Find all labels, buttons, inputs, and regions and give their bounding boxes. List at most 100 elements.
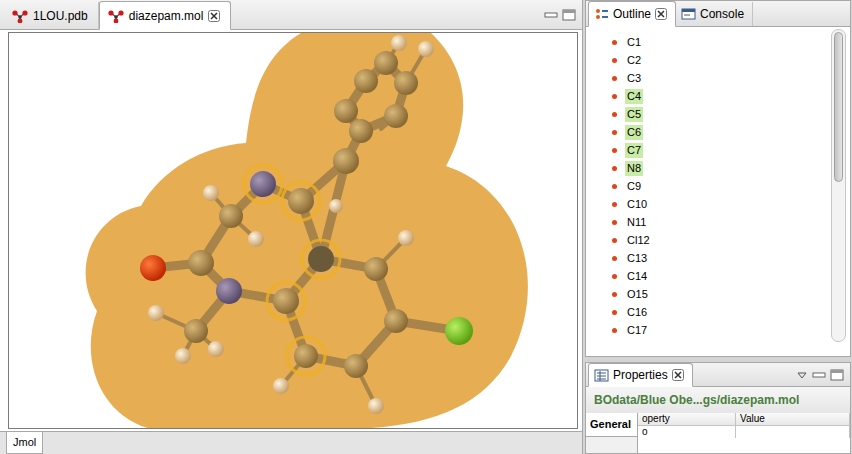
outline-item-label[interactable]: N8 [625,161,643,176]
table-row[interactable]: o [638,426,850,438]
outline-item-label[interactable]: O15 [625,287,650,302]
outline-item[interactable]: C14 [612,267,831,285]
view-menu-icon[interactable] [796,369,808,381]
close-icon[interactable] [208,10,220,22]
atom-dot-icon [612,40,617,45]
editor-tab-bar: 1LOU.pdb diazepam.mol [0,0,582,30]
column-header[interactable]: operty [638,413,736,425]
editor-bottom-tab-bar: Jmol [0,431,582,454]
atom-dot-icon [612,166,617,171]
outline-item[interactable]: N8 [612,159,831,177]
atom-dot-icon [612,310,617,315]
outline-item[interactable]: C2 [612,51,831,69]
atom-dot-icon [612,202,617,207]
view-tab[interactable]: Console [676,2,753,26]
window-buttons [544,9,582,21]
atom-dot-icon [612,76,617,81]
atom-dot-icon [612,220,617,225]
outline-item[interactable]: C9 [612,177,831,195]
table-cell [736,426,850,438]
table-header: opertyValue [638,413,850,426]
outline-item[interactable]: O15 [612,285,831,303]
outline-item-label[interactable]: C7 [625,143,643,158]
view-tab[interactable]: Outline [588,1,676,27]
outline-item-label[interactable]: C3 [625,71,643,86]
jmol-canvas[interactable] [8,32,578,429]
outline-item-label[interactable]: C17 [625,323,649,338]
properties-path-text: BOdata/Blue Obe...gs/diazepam.mol [594,393,799,407]
close-icon[interactable] [672,369,684,381]
atom-dot-icon [612,130,617,135]
minimize-icon[interactable] [544,9,558,21]
atom-dot-icon [612,148,617,153]
molecule-render-icon[interactable] [9,33,578,429]
window-buttons [796,369,850,381]
atom-dot-icon [612,328,617,333]
editor-tab-label[interactable]: diazepam.mol [129,7,204,25]
outline-item-label[interactable]: C5 [625,107,643,122]
editor-page-tab[interactable]: Jmol [6,432,43,454]
outline-item-label[interactable]: C1 [625,35,643,50]
column-header[interactable]: Value [736,413,850,425]
properties-tab-bar: Properties [586,363,850,387]
editor-page-tab-label[interactable]: Jmol [13,436,36,448]
atom-dot-icon [612,94,617,99]
outline-item-label[interactable]: N11 [625,215,648,230]
minimize-icon[interactable] [812,369,826,381]
outline-item-label[interactable]: C10 [625,197,649,212]
view-tab-label[interactable]: Console [700,5,744,23]
outline-item[interactable]: C16 [612,303,831,321]
outline-item[interactable]: C13 [612,249,831,267]
jmol-canvas-area [0,30,582,431]
atom-dot-icon [612,112,617,117]
properties-table: opertyValueo [638,413,850,453]
outline-item-label[interactable]: C16 [625,305,649,320]
outline-item-label[interactable]: C2 [625,53,643,68]
editor-pane: 1LOU.pdb diazepam.mol [0,0,583,454]
properties-tab[interactable]: Properties [588,363,693,387]
outline-item-label[interactable]: C6 [625,125,643,140]
outline-item[interactable]: C10 [612,195,831,213]
molecule-file-icon [12,9,28,23]
properties-icon [594,369,609,382]
editor-tab-label[interactable]: 1LOU.pdb [33,7,88,25]
outline-item-label[interactable]: C13 [625,251,649,266]
outline-item[interactable]: C7 [612,141,831,159]
table-cell: o [638,426,736,438]
outline-item[interactable]: C6 [612,123,831,141]
outline-item-label[interactable]: C9 [625,179,643,194]
outline-item[interactable]: Cl12 [612,231,831,249]
outline-item[interactable]: C17 [612,321,831,339]
outline-item-label[interactable]: Cl12 [625,233,652,248]
properties-side-tab[interactable]: General [586,413,637,437]
maximize-icon[interactable] [830,369,844,381]
scrollbar[interactable] [831,29,846,342]
outline-list: C1 C2 C3 C4 C5 C6 C7 N8 C9 C10 N11 Cl12 C13 C14 O15 C16… [586,27,831,356]
outline-panel: OutlineConsole C1C2C3C4C5C6C7N8C9C10N11C… [585,0,851,357]
properties-panel: Properties BOdata/Blue Obe...gs/diazepam… [585,362,851,454]
atom-dot-icon [612,292,617,297]
scrollbar-thumb[interactable] [834,32,843,182]
atom-dot-icon [612,256,617,261]
view-tab-label[interactable]: Outline [613,5,651,23]
atom-dot-icon [612,184,617,189]
outline-tab-bar: Outline Console [586,1,850,27]
molecule-file-icon [108,9,124,23]
editor-tab[interactable]: 1LOU.pdb [4,2,99,29]
properties-side-tabs: General [586,413,638,453]
properties-tab-label[interactable]: Properties [613,366,668,384]
atom-dot-icon [612,274,617,279]
outline-item[interactable]: C4 [612,87,831,105]
atom-dot-icon [612,238,617,243]
outline-item[interactable]: C5 [612,105,831,123]
editor-tab[interactable]: diazepam.mol [99,1,232,30]
maximize-icon[interactable] [562,9,576,21]
outline-icon [594,7,609,21]
close-icon[interactable] [655,8,667,20]
outline-item-label[interactable]: C14 [625,269,649,284]
outline-item-label[interactable]: C4 [625,89,643,104]
console-icon [681,7,696,21]
outline-item[interactable]: C1 [612,33,831,51]
outline-item[interactable]: C3 [612,69,831,87]
outline-item[interactable]: N11 [612,213,831,231]
